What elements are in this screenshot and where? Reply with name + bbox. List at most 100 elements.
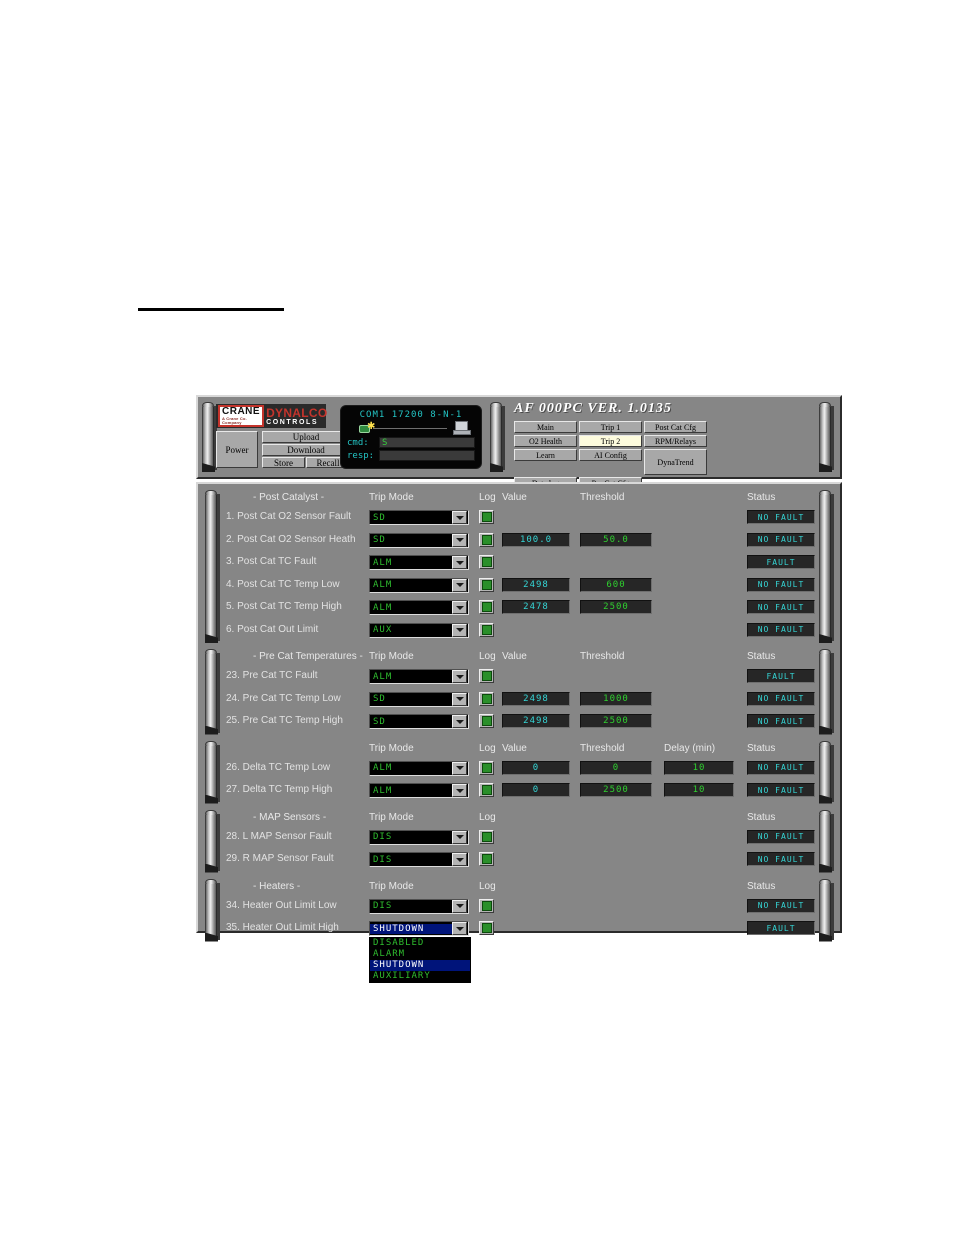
dropdown-option[interactable]: ALARM bbox=[370, 949, 470, 960]
tab-post-cat-cfg[interactable]: Post Cat Cfg bbox=[644, 421, 707, 433]
value-display[interactable]: 100.0 bbox=[502, 532, 570, 547]
tab-main[interactable]: Main bbox=[514, 421, 577, 433]
trip-mode-dropdown[interactable]: DISABLED ALARM SHUTDOWN AUXILIARY bbox=[369, 937, 471, 983]
tab-trip-2[interactable]: Trip 2 bbox=[579, 435, 642, 447]
log-checkbox[interactable] bbox=[479, 898, 494, 913]
power-button[interactable]: Power bbox=[216, 431, 258, 468]
log-checkbox[interactable] bbox=[479, 921, 494, 935]
dropdown-option[interactable]: SHUTDOWN bbox=[370, 960, 470, 971]
threshold-display[interactable]: 2500 bbox=[580, 714, 652, 728]
chevron-down-icon[interactable] bbox=[452, 761, 467, 775]
threshold-display[interactable]: 50.0 bbox=[580, 532, 652, 547]
value-display[interactable]: 0 bbox=[502, 783, 570, 797]
trip-mode-select[interactable]: DIS bbox=[369, 898, 469, 914]
log-indicator-icon bbox=[481, 854, 492, 864]
log-indicator-icon bbox=[481, 579, 492, 590]
log-checkbox[interactable] bbox=[479, 669, 494, 683]
trip-row: 23. Pre Cat TC Fault ALM FAULT bbox=[198, 669, 840, 687]
trip-mode-select[interactable]: SD bbox=[369, 691, 469, 707]
trip-mode-select[interactable]: ALM bbox=[369, 577, 469, 593]
threshold-display[interactable]: 1000 bbox=[580, 691, 652, 706]
upload-button[interactable]: Upload bbox=[262, 431, 350, 443]
value-display[interactable]: 2498 bbox=[502, 691, 570, 706]
trip-row: 26. Delta TC Temp Low ALM 0 0 10 NO FAULT bbox=[198, 760, 840, 779]
chevron-down-icon[interactable] bbox=[452, 922, 467, 935]
trip-mode-header: Trip Mode bbox=[369, 742, 414, 754]
log-checkbox[interactable] bbox=[479, 600, 494, 614]
status-display: NO FAULT bbox=[747, 714, 815, 728]
trip-mode-header: Trip Mode bbox=[369, 651, 414, 662]
trip-mode-select[interactable]: SHUTDOWN bbox=[369, 921, 469, 936]
log-header: Log bbox=[479, 651, 496, 662]
trip-mode-select[interactable]: ALM bbox=[369, 669, 469, 684]
log-checkbox[interactable] bbox=[479, 622, 494, 637]
status-header: Status bbox=[747, 492, 776, 503]
log-checkbox[interactable] bbox=[479, 532, 494, 547]
trip-mode-value: SHUTDOWN bbox=[370, 923, 452, 934]
threshold-display[interactable]: 0 bbox=[580, 760, 652, 775]
chevron-down-icon[interactable] bbox=[452, 511, 467, 524]
value-display[interactable]: 0 bbox=[502, 760, 570, 775]
threshold-display[interactable]: 2500 bbox=[580, 600, 652, 614]
chevron-down-icon[interactable] bbox=[452, 830, 467, 844]
chevron-down-icon[interactable] bbox=[452, 601, 467, 614]
trip-mode-select[interactable]: ALM bbox=[369, 783, 469, 798]
cmd-field[interactable]: S bbox=[379, 437, 475, 448]
value-display[interactable]: 2498 bbox=[502, 714, 570, 728]
dropdown-option[interactable]: AUXILIARY bbox=[370, 971, 470, 982]
trip-mode-select[interactable]: DIS bbox=[369, 829, 469, 845]
chevron-down-icon[interactable] bbox=[452, 578, 467, 592]
chevron-down-icon[interactable] bbox=[452, 784, 467, 797]
chevron-down-icon[interactable] bbox=[452, 853, 467, 866]
tab-trip-1[interactable]: Trip 1 bbox=[579, 421, 642, 433]
resp-field[interactable] bbox=[379, 450, 475, 461]
log-checkbox[interactable] bbox=[479, 555, 494, 569]
tab-dynatrend[interactable]: DynaTrend bbox=[644, 449, 707, 475]
trip-mode-select[interactable]: ALM bbox=[369, 600, 469, 615]
delay-display[interactable]: 10 bbox=[664, 783, 734, 797]
tab-o2-health[interactable]: O2 Health bbox=[514, 435, 577, 447]
trip-mode-select[interactable]: ALM bbox=[369, 555, 469, 570]
chevron-down-icon[interactable] bbox=[452, 623, 467, 637]
delay-display[interactable]: 10 bbox=[664, 760, 734, 775]
page-horizontal-rule bbox=[138, 308, 284, 311]
chevron-down-icon[interactable] bbox=[452, 715, 467, 728]
tab-ai-config[interactable]: AI Config bbox=[579, 449, 642, 461]
log-checkbox[interactable] bbox=[479, 510, 494, 524]
store-button[interactable]: Store bbox=[262, 457, 305, 468]
value-display[interactable]: 2478 bbox=[502, 600, 570, 614]
log-checkbox[interactable] bbox=[479, 760, 494, 775]
trip-mode-select[interactable]: ALM bbox=[369, 760, 469, 776]
trip-row: 25. Pre Cat TC Temp High SD 2498 2500 NO FAU… bbox=[198, 714, 840, 732]
log-checkbox[interactable] bbox=[479, 783, 494, 797]
chevron-down-icon[interactable] bbox=[452, 899, 467, 913]
log-header: Log bbox=[479, 492, 496, 503]
log-indicator-icon bbox=[481, 831, 492, 842]
trip-row: 1. Post Cat O2 Sensor Fault SD NO FAULT bbox=[198, 510, 840, 528]
dropdown-option[interactable]: DISABLED bbox=[370, 938, 470, 949]
app-title: AF 000PC VER. 1.0135 bbox=[514, 401, 672, 416]
trip-mode-select[interactable]: AUX bbox=[369, 622, 469, 638]
status-header: Status bbox=[747, 651, 776, 662]
log-checkbox[interactable] bbox=[479, 852, 494, 866]
chevron-down-icon[interactable] bbox=[452, 670, 467, 683]
tab-learn[interactable]: Learn bbox=[514, 449, 577, 461]
trip-mode-select[interactable]: SD bbox=[369, 510, 469, 525]
log-checkbox[interactable] bbox=[479, 829, 494, 844]
threshold-display[interactable]: 2500 bbox=[580, 783, 652, 797]
trip-mode-select[interactable]: DIS bbox=[369, 852, 469, 867]
trip-mode-select[interactable]: SD bbox=[369, 714, 469, 729]
log-checkbox[interactable] bbox=[479, 691, 494, 706]
trip-mode-select[interactable]: SD bbox=[369, 532, 469, 548]
chevron-down-icon[interactable] bbox=[452, 692, 467, 706]
tab-rpm-relays[interactable]: RPM/Relays bbox=[644, 435, 707, 447]
threshold-display[interactable]: 600 bbox=[580, 577, 652, 592]
value-header: Value bbox=[502, 492, 527, 503]
chevron-down-icon[interactable] bbox=[452, 533, 467, 547]
log-checkbox[interactable] bbox=[479, 714, 494, 728]
trip-row-label: 5. Post Cat TC Temp High bbox=[226, 601, 342, 612]
log-checkbox[interactable] bbox=[479, 577, 494, 592]
value-display[interactable]: 2498 bbox=[502, 577, 570, 592]
chevron-down-icon[interactable] bbox=[452, 556, 467, 569]
download-button[interactable]: Download bbox=[262, 444, 350, 456]
